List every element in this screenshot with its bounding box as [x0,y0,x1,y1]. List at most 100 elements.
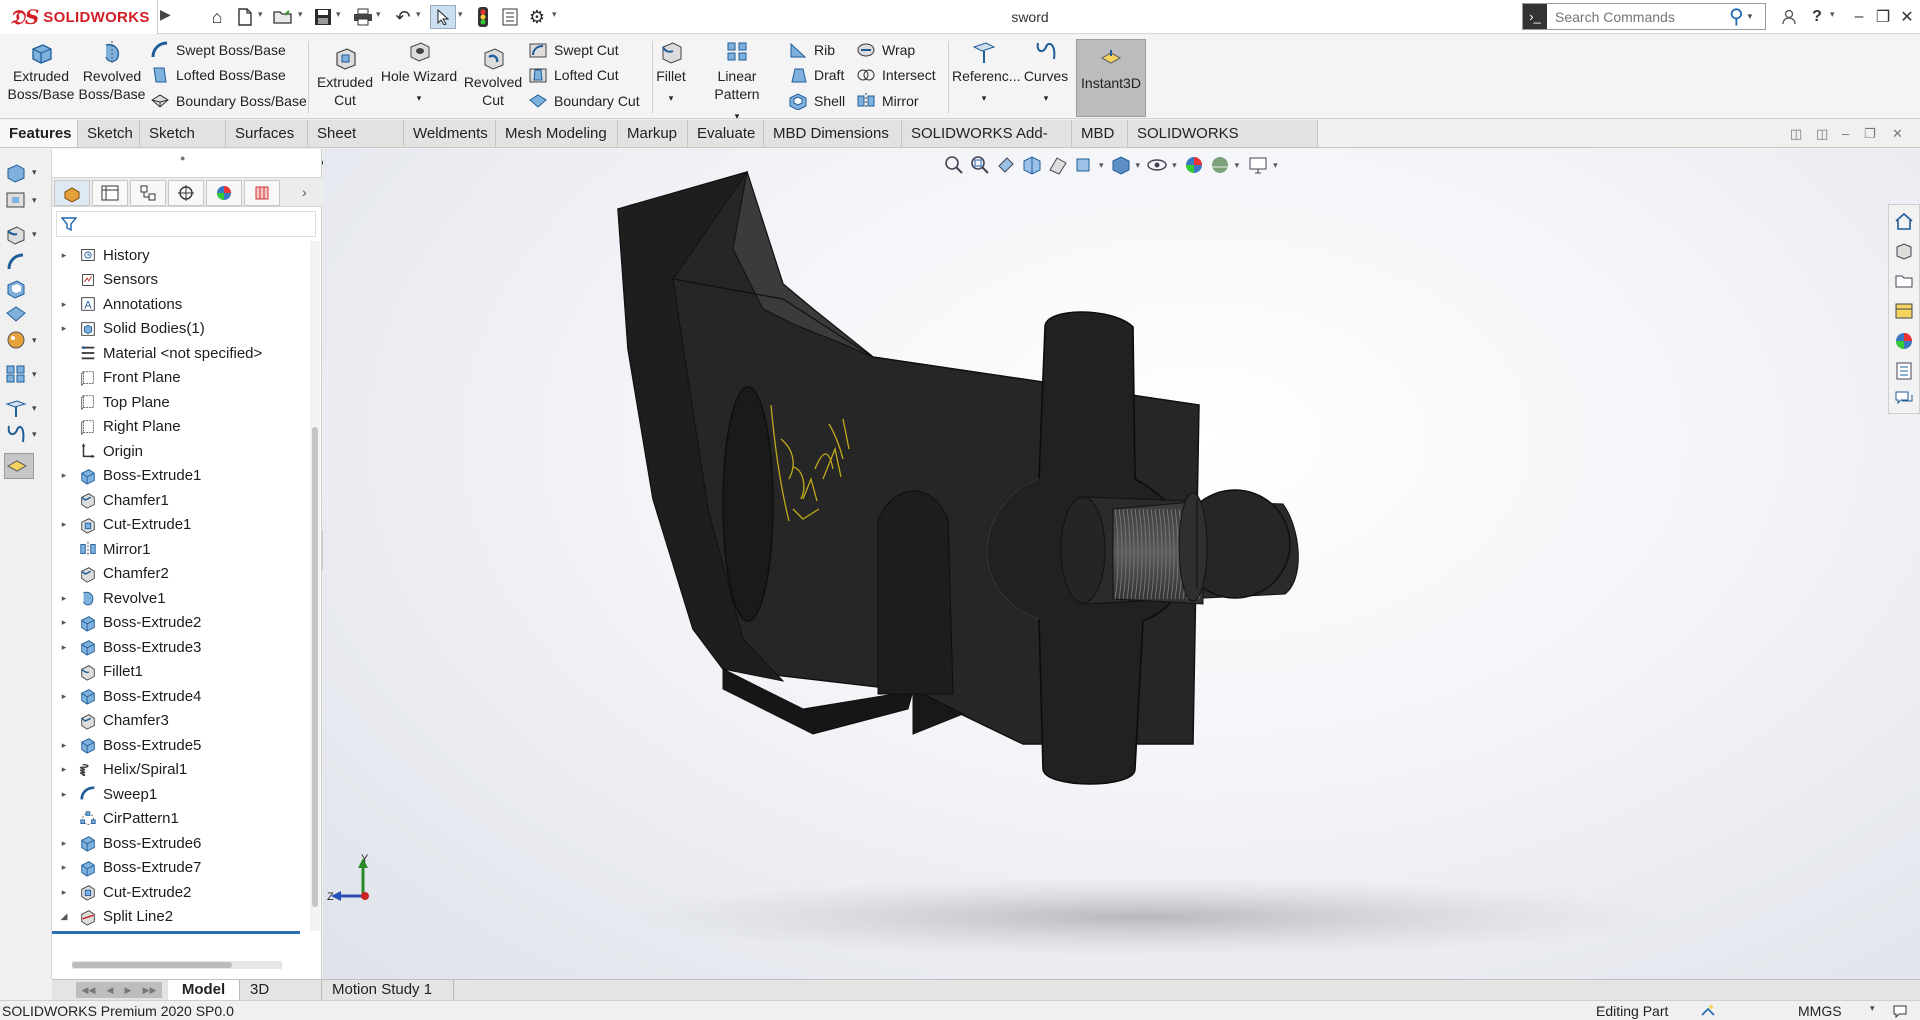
tree-node[interactable]: Right Plane [52,415,310,439]
shortcut-curves-button[interactable]: ▾ [4,421,44,447]
dropdown-icon[interactable]: ▾ [32,195,37,206]
tab-3d-views[interactable]: 3D Views [240,980,322,1018]
search-icon[interactable]: ⚲ [1729,4,1744,29]
shortcut-reference-button[interactable]: ▾ [4,395,44,421]
shortcut-instant3d-button[interactable] [4,453,34,479]
print-icon[interactable] [350,5,376,29]
print-dropdown-icon[interactable]: ▾ [376,9,386,20]
tab-surfaces[interactable]: Surfaces [226,120,308,147]
tab-sketch[interactable]: Sketch [78,120,140,147]
tab-model[interactable]: Model [168,980,240,1000]
shortcut-boundary-button[interactable] [4,301,44,327]
tree-node[interactable]: ▸ Boss-Extrude2 [52,611,310,635]
tree-node[interactable]: ▸ Boss-Extrude5 [52,733,310,757]
restore-document-icon[interactable]: ❐ [1864,126,1876,142]
revolved-boss-button[interactable]: Revolved Boss/Base [78,39,146,103]
fillet-dropdown-icon[interactable]: ▾ [656,89,686,107]
options-dropdown-icon[interactable]: ▾ [552,9,562,20]
tree-node[interactable]: ▸ Boss-Extrude1 [52,464,310,488]
lofted-cut-button[interactable]: Lofted Cut [528,64,619,86]
draft-button[interactable]: Draft [788,64,844,86]
shortcut-extrude-button[interactable]: ▾ [4,159,44,185]
boundary-cut-button[interactable]: Boundary Cut [528,90,640,112]
scrollbar-thumb[interactable] [72,962,232,968]
instant3d-button[interactable]: Instant3D [1076,39,1146,117]
curves-button[interactable]: Curves ▾ [1022,39,1070,107]
search-commands-box[interactable]: ›_ ⚲ ▾ [1522,3,1766,30]
tree-node[interactable]: Origin [52,439,310,463]
minimize-window-icon[interactable]: – [1846,4,1872,30]
display-style-dropdown-icon[interactable]: ▾ [1136,160,1141,171]
tile-left-icon[interactable]: ◫ [1790,126,1802,142]
minimize-document-icon[interactable]: – [1842,126,1849,141]
restore-window-icon[interactable]: ❐ [1870,4,1896,30]
expand-arrow-icon[interactable]: ▸ [58,789,70,800]
intersect-button[interactable]: Intersect [856,64,936,86]
next-tab-icon[interactable]: ▶ [125,985,132,996]
expand-arrow-icon[interactable]: ▸ [58,250,70,261]
tree-node[interactable]: Mirror1 [52,537,310,561]
help-icon[interactable]: ? [1804,4,1830,30]
select-dropdown-icon[interactable]: ▾ [458,9,468,20]
tree-filter-box[interactable] [56,211,316,237]
dropdown-icon[interactable]: ▾ [32,369,37,380]
select-pointer-icon[interactable] [430,5,456,29]
shortcut-fillet-button[interactable]: ▾ [4,221,44,247]
view-orientation-dropdown-icon[interactable]: ▾ [1099,160,1104,171]
tree-node[interactable]: ▸ Helix/Spiral1 [52,758,310,782]
more-tabs-chevron-icon[interactable]: › [302,184,307,200]
tab-sketch-ink[interactable]: Sketch Ink [140,120,226,169]
graphics-area[interactable]: ▾ ▾ ▾ ▾ ▾ Y Z [323,149,1920,979]
home-icon[interactable]: ⌂ [204,5,230,29]
zoom-to-fit-icon[interactable] [943,154,965,176]
curves-dropdown-icon[interactable]: ▾ [1022,89,1070,107]
expand-arrow-icon[interactable]: ▸ [58,740,70,751]
scrollbar-thumb[interactable] [312,427,318,907]
view-settings-dropdown-icon[interactable]: ▾ [1273,160,1278,171]
custom-properties-icon[interactable] [1894,361,1914,381]
user-account-icon[interactable] [1776,4,1802,30]
apply-scene-icon[interactable] [1209,154,1231,176]
shortcut-pattern-button[interactable]: ▾ [4,361,44,387]
dropdown-icon[interactable]: ▾ [32,403,37,414]
reference-dropdown-icon[interactable]: ▾ [952,89,1016,107]
tab-mbd[interactable]: MBD [1072,120,1128,147]
extruded-boss-button[interactable]: Extruded Boss/Base [6,39,76,103]
rollback-bar[interactable] [52,931,300,934]
tree-node[interactable]: ▸ Boss-Extrude7 [52,856,310,880]
tree-node[interactable]: ▸ Boss-Extrude3 [52,635,310,659]
tab-features[interactable]: Features [0,120,78,147]
expand-arrow-icon[interactable]: ▸ [58,470,70,481]
boundary-boss-button[interactable]: Boundary Boss/Base [150,90,307,112]
tile-right-icon[interactable]: ◫ [1816,126,1828,142]
reference-geometry-button[interactable]: Referenc... ▾ [952,39,1020,107]
expand-arrow-icon[interactable]: ▸ [58,691,70,702]
tree-node[interactable]: ▸ Boss-Extrude4 [52,684,310,708]
appearances-scenes-icon[interactable] [1894,331,1914,351]
collapse-arrow-icon[interactable]: ◢ [58,911,70,922]
tree-node[interactable]: ▸ Boss-Extrude6 [52,831,310,855]
tree-node[interactable]: ◢ Split Line2 [52,905,310,929]
tab-scroll-arrows[interactable]: ◀◀ ◀ ▶ ▶▶ [76,982,162,998]
lofted-boss-button[interactable]: Lofted Boss/Base [150,64,286,86]
expand-arrow-icon[interactable]: ▸ [58,764,70,775]
tab-sheet-metal[interactable]: Sheet Metal [308,120,404,169]
panel-grip-icon[interactable]: ● [180,153,185,163]
rebuild-icon[interactable] [470,5,496,29]
search-commands-input[interactable] [1547,4,1725,29]
shortcut-sweep-button[interactable] [4,249,44,275]
solidworks-resources-icon[interactable] [1894,211,1914,231]
hole-wizard-button[interactable]: Hole Wizard ▾ [380,39,458,107]
tab-motion-study[interactable]: Motion Study 1 [322,980,454,1000]
view-palette-icon[interactable] [1894,301,1914,321]
tree-node[interactable]: Top Plane [52,390,310,414]
dropdown-icon[interactable]: ▾ [32,429,37,440]
file-properties-icon[interactable] [497,5,523,29]
dropdown-icon[interactable]: ▾ [32,229,37,240]
tree-node[interactable]: ▸ Cut-Extrude1 [52,513,310,537]
file-explorer-icon[interactable] [1894,271,1914,291]
tree-node[interactable]: ▸ Solid Bodies(1) [52,317,310,341]
search-dropdown-icon[interactable]: ▾ [1748,11,1753,22]
options-gear-icon[interactable]: ⚙ [524,5,550,29]
rebuild-status-icon[interactable] [1700,1003,1716,1019]
